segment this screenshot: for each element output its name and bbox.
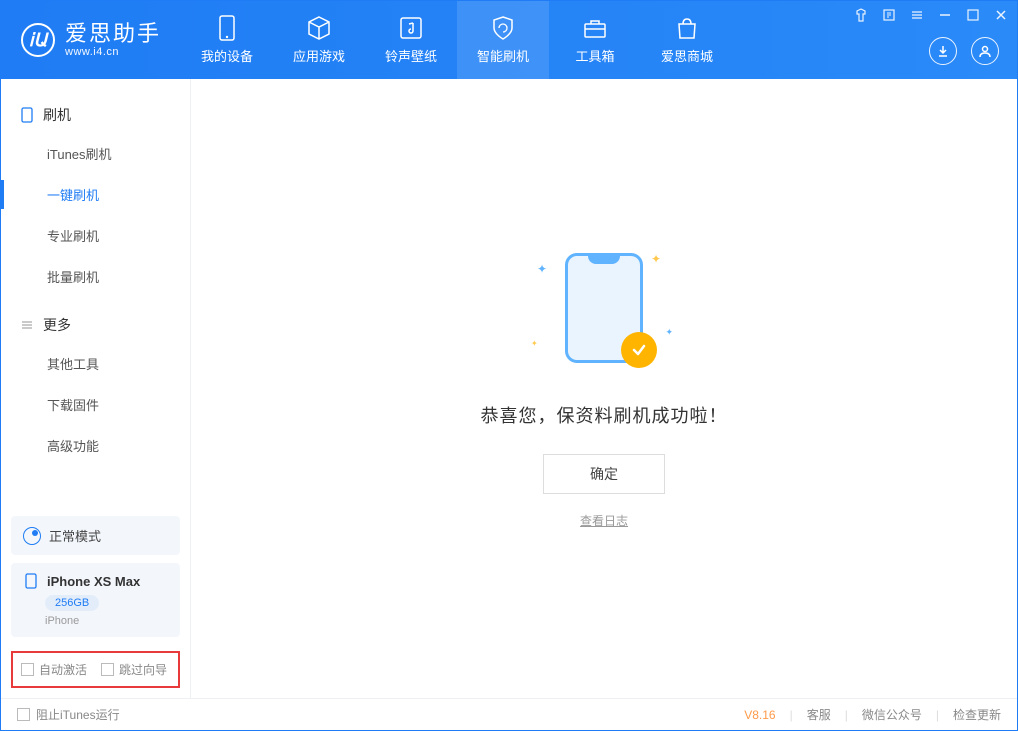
nav-item-advanced[interactable]: 高级功能 [1, 425, 190, 466]
checkbox-auto-activate[interactable]: 自动激活 [21, 661, 87, 678]
confirm-button[interactable]: 确定 [543, 454, 665, 494]
app-url: www.i4.cn [65, 46, 161, 58]
checkbox-icon [21, 663, 34, 676]
sparkle-icon: ✦ [531, 339, 538, 348]
tab-label: 铃声壁纸 [385, 46, 437, 65]
phone-icon [214, 15, 240, 41]
device-icon [19, 107, 35, 123]
app-logo: ⅰԱ 爱思助手 www.i4.cn [1, 1, 181, 79]
tab-label: 应用游戏 [293, 46, 345, 65]
status-label: 阻止iTunes运行 [36, 706, 120, 723]
sparkle-icon: ✦ [665, 327, 673, 338]
feedback-icon[interactable] [881, 7, 897, 23]
nav-header-label: 更多 [43, 315, 71, 335]
nav-section-more: 更多 其他工具 下载固件 高级功能 [1, 307, 190, 466]
sparkle-icon: ✦ [537, 262, 547, 276]
device-type: iPhone [45, 615, 168, 627]
checkbox-skip-guide[interactable]: 跳过向导 [101, 661, 167, 678]
cube-icon [306, 15, 332, 41]
statusbar: 阻止iTunes运行 V8.16 | 客服 | 微信公众号 | 检查更新 [1, 698, 1017, 730]
nav-item-itunes-flash[interactable]: iTunes刷机 [1, 133, 190, 174]
skin-icon[interactable] [853, 7, 869, 23]
nav-header-label: 刷机 [43, 105, 71, 125]
window-controls [853, 7, 1009, 23]
nav-item-batch-flash[interactable]: 批量刷机 [1, 256, 190, 297]
nav-item-oneclick-flash[interactable]: 一键刷机 [1, 174, 190, 215]
shield-refresh-icon [490, 15, 516, 41]
nav-header-flash: 刷机 [1, 97, 190, 133]
tab-label: 爱思商城 [661, 46, 713, 65]
sparkle-icon: ✦ [651, 252, 661, 266]
tab-label: 我的设备 [201, 46, 253, 65]
mode-icon [23, 527, 41, 545]
checkbox-icon [101, 663, 114, 676]
toolbox-icon [582, 15, 608, 41]
menu-icon[interactable] [909, 7, 925, 23]
tab-toolbox[interactable]: 工具箱 [549, 1, 641, 79]
nav-section-flash: 刷机 iTunes刷机 一键刷机 专业刷机 批量刷机 [1, 97, 190, 297]
version-label: V8.16 [744, 708, 775, 722]
top-tabs: 我的设备 应用游戏 铃声壁纸 智能刷机 工具箱 爱思商城 [181, 1, 733, 79]
success-message: 恭喜您，保资料刷机成功啦！ [481, 402, 728, 428]
success-check-icon [621, 332, 657, 368]
user-icon[interactable] [971, 37, 999, 65]
nav: 刷机 iTunes刷机 一键刷机 专业刷机 批量刷机 更多 其 [1, 79, 190, 508]
device-mode-label: 正常模式 [49, 526, 101, 545]
app-title: 爱思助手 [65, 22, 161, 46]
checkbox-label: 跳过向导 [119, 661, 167, 678]
view-log-link[interactable]: 查看日志 [580, 512, 628, 529]
list-icon [19, 317, 35, 333]
phone-small-icon [23, 573, 39, 589]
nav-header-more: 更多 [1, 307, 190, 343]
device-mode[interactable]: 正常模式 [11, 516, 180, 555]
maximize-icon[interactable] [965, 7, 981, 23]
logo-icon: ⅰԱ [21, 23, 55, 57]
minimize-icon[interactable] [937, 7, 953, 23]
close-icon[interactable] [993, 7, 1009, 23]
options-highlighted: 自动激活 跳过向导 [11, 651, 180, 688]
check-update-link[interactable]: 检查更新 [953, 706, 1001, 723]
bag-icon [674, 15, 700, 41]
nav-item-download-firmware[interactable]: 下载固件 [1, 384, 190, 425]
tab-my-device[interactable]: 我的设备 [181, 1, 273, 79]
device-panel: 正常模式 iPhone XS Max 256GB iPhone [11, 516, 180, 637]
header-right-icons [929, 37, 999, 65]
tab-label: 工具箱 [576, 46, 615, 65]
app-window: ⅰԱ 爱思助手 www.i4.cn 我的设备 应用游戏 铃声壁纸 智能刷机 [0, 0, 1018, 731]
music-note-icon [398, 15, 424, 41]
support-link[interactable]: 客服 [807, 706, 831, 723]
device-info[interactable]: iPhone XS Max 256GB iPhone [11, 563, 180, 637]
sidebar: 刷机 iTunes刷机 一键刷机 专业刷机 批量刷机 更多 其 [1, 79, 191, 698]
download-icon[interactable] [929, 37, 957, 65]
device-name-label: iPhone XS Max [47, 574, 140, 589]
tab-ringtones-wallpapers[interactable]: 铃声壁纸 [365, 1, 457, 79]
body: 刷机 iTunes刷机 一键刷机 专业刷机 批量刷机 更多 其 [1, 79, 1017, 698]
wechat-link[interactable]: 微信公众号 [862, 706, 922, 723]
tab-label: 智能刷机 [477, 46, 529, 65]
main-content: ✦ ✦ ✦ ✦ 恭喜您，保资料刷机成功啦！ 确定 查看日志 [191, 79, 1017, 698]
storage-badge: 256GB [45, 595, 99, 611]
checkbox-icon [17, 708, 30, 721]
titlebar: ⅰԱ 爱思助手 www.i4.cn 我的设备 应用游戏 铃声壁纸 智能刷机 [1, 1, 1017, 79]
nav-item-pro-flash[interactable]: 专业刷机 [1, 215, 190, 256]
tab-store[interactable]: 爱思商城 [641, 1, 733, 79]
checkbox-label: 自动激活 [39, 661, 87, 678]
nav-item-other-tools[interactable]: 其他工具 [1, 343, 190, 384]
tab-smart-flash[interactable]: 智能刷机 [457, 1, 549, 79]
status-stop-itunes[interactable]: 阻止iTunes运行 [17, 706, 120, 723]
success-illustration: ✦ ✦ ✦ ✦ [529, 248, 679, 378]
tab-apps-games[interactable]: 应用游戏 [273, 1, 365, 79]
